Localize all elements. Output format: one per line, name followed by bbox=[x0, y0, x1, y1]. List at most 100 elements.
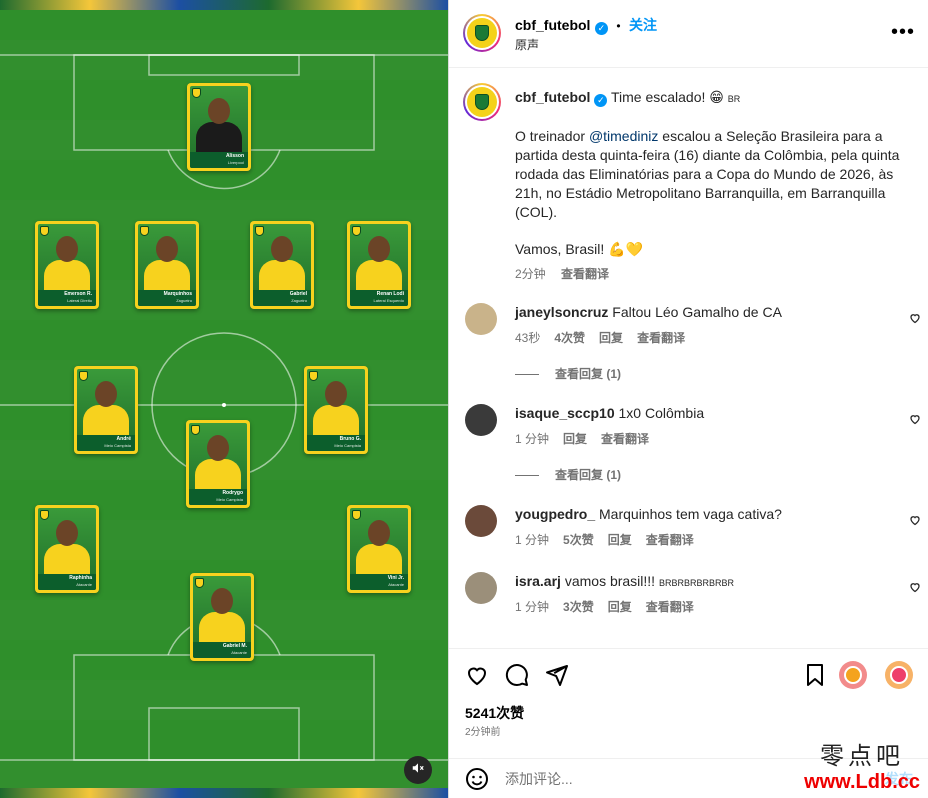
comment-like-count[interactable]: 5次赞 bbox=[563, 533, 594, 547]
audio-label[interactable]: 原声 bbox=[515, 36, 539, 53]
player-nameplate: André Meio Campista bbox=[77, 435, 135, 451]
emoji-smiley-icon[interactable] bbox=[465, 767, 489, 796]
comment-time[interactable]: 1 分钟 bbox=[515, 533, 549, 547]
comment-like-heart-icon[interactable] bbox=[909, 412, 921, 425]
comment-reply-button[interactable]: 回复 bbox=[563, 432, 587, 446]
player-nameplate: Renan Lodi Lateral Esquerdo bbox=[350, 290, 408, 306]
mention-link[interactable]: @timediniz bbox=[589, 128, 658, 144]
like-heart-icon[interactable] bbox=[465, 663, 489, 692]
commenter-avatar[interactable] bbox=[465, 303, 497, 335]
player-photo bbox=[325, 381, 347, 407]
player-shirt bbox=[44, 544, 90, 574]
player-name: Gabriel M. bbox=[222, 643, 247, 649]
commenter-avatar[interactable] bbox=[465, 572, 497, 604]
brazil-flag-icon: BR bbox=[727, 94, 741, 104]
header-username[interactable]: cbf_futebol bbox=[515, 17, 590, 33]
flag-banner-bottom bbox=[0, 788, 448, 798]
commenter-username[interactable]: yougpedro_ bbox=[515, 506, 595, 522]
repost-extension-icon[interactable] bbox=[885, 661, 913, 689]
player-card: Emerson R. Lateral Direito bbox=[35, 221, 99, 309]
caption-body-prefix: O treinador bbox=[515, 128, 589, 144]
player-shirt bbox=[313, 405, 359, 435]
follow-button[interactable]: 关注 bbox=[629, 17, 657, 33]
player-shirt bbox=[44, 260, 90, 290]
player-card: Gabriel Zagueiro bbox=[250, 221, 314, 309]
player-card: Renan Lodi Lateral Esquerdo bbox=[347, 221, 411, 309]
commenter-username[interactable]: isaque_sccp10 bbox=[515, 405, 615, 421]
comment-like-heart-icon[interactable] bbox=[909, 513, 921, 526]
site-watermark: 零点吧 www.Ldb.cc bbox=[804, 736, 920, 794]
player-position: Atacante bbox=[76, 582, 92, 587]
comment-reply-button[interactable]: 回复 bbox=[608, 600, 632, 614]
commenter-username[interactable]: janeylsoncruz bbox=[515, 304, 608, 320]
player-card: Rodrygo Meio Campista bbox=[186, 420, 250, 508]
video-player[interactable]: Alisson Liverpool Emerson R. Lateral Direit… bbox=[0, 0, 448, 798]
comment-time[interactable]: 1 分钟 bbox=[515, 600, 549, 614]
player-photo bbox=[211, 588, 233, 614]
comment-translate-link[interactable]: 查看翻译 bbox=[646, 533, 694, 547]
player-nameplate: Rodrygo Meio Campista bbox=[189, 489, 247, 505]
cbf-crest-icon bbox=[191, 425, 200, 435]
player-name: Raphinha bbox=[69, 575, 92, 581]
caption-username[interactable]: cbf_futebol bbox=[515, 89, 590, 105]
caption-title: Time escalado! bbox=[610, 89, 706, 105]
commenter-username[interactable]: isra.arj bbox=[515, 573, 561, 589]
player-nameplate: Vini Jr. Atacante bbox=[350, 574, 408, 590]
view-replies-label: 查看回复 (1) bbox=[555, 468, 622, 482]
player-shirt bbox=[356, 544, 402, 574]
commenter-avatar[interactable] bbox=[465, 505, 497, 537]
post-time-ago[interactable]: 2分钟前 bbox=[465, 723, 501, 738]
comment-translate-link[interactable]: 查看翻译 bbox=[646, 600, 694, 614]
caption-translate-link[interactable]: 查看翻译 bbox=[561, 267, 609, 281]
player-shirt bbox=[259, 260, 305, 290]
player-position: Lateral Esquerdo bbox=[373, 298, 404, 303]
player-photo bbox=[207, 435, 229, 461]
cbf-crest-icon bbox=[140, 226, 149, 236]
comment-bubble-icon[interactable] bbox=[505, 663, 529, 692]
cbf-crest-icon bbox=[309, 371, 318, 381]
player-nameplate: Bruno G. Meio Campista bbox=[307, 435, 365, 451]
avatar[interactable] bbox=[463, 14, 501, 52]
bookmark-icon[interactable] bbox=[803, 663, 827, 692]
cbf-crest-icon bbox=[192, 88, 201, 98]
comment-translate-link[interactable]: 查看翻译 bbox=[637, 331, 685, 345]
cbf-crest-icon bbox=[475, 25, 489, 41]
comment-time[interactable]: 1 分钟 bbox=[515, 432, 549, 446]
comments-scroll-area[interactable]: cbf_futebol ✓ Time escalado! 😁 BR O trei… bbox=[449, 69, 928, 647]
player-photo bbox=[368, 520, 390, 546]
comment-time[interactable]: 43秒 bbox=[515, 331, 540, 345]
view-replies-button[interactable]: 查看回复 (1) bbox=[515, 365, 621, 382]
player-photo bbox=[95, 381, 117, 407]
comment-reply-button[interactable]: 回复 bbox=[599, 331, 623, 345]
share-paper-plane-icon[interactable] bbox=[545, 663, 569, 692]
grin-emoji-icon: 😁 bbox=[709, 89, 724, 105]
like-count[interactable]: 5241次赞 bbox=[465, 703, 524, 723]
comment-like-count[interactable]: 3次赞 bbox=[563, 600, 594, 614]
flex-heart-emoji-icon: 💪💛 bbox=[608, 241, 643, 257]
post-header: cbf_futebol ✓ • 关注 原声 ••• bbox=[449, 0, 928, 68]
player-card: Raphinha Atacante bbox=[35, 505, 99, 593]
player-name: Vini Jr. bbox=[387, 575, 404, 581]
mute-toggle-button[interactable] bbox=[404, 756, 432, 784]
player-card: André Meio Campista bbox=[74, 366, 138, 454]
player-photo bbox=[271, 236, 293, 262]
comment-like-heart-icon[interactable] bbox=[909, 580, 921, 593]
player-name: Renan Lodi bbox=[376, 291, 404, 297]
caption-avatar[interactable] bbox=[463, 83, 501, 121]
player-card: Marquinhos Zagueiro bbox=[135, 221, 199, 309]
comment-like-heart-icon[interactable] bbox=[909, 311, 921, 324]
download-extension-icon[interactable] bbox=[839, 661, 867, 689]
player-card: Gabriel M. Atacante bbox=[190, 573, 254, 661]
view-replies-button[interactable]: 查看回复 (1) bbox=[515, 466, 621, 483]
player-photo bbox=[56, 520, 78, 546]
caption-time[interactable]: 2分钟 bbox=[515, 267, 546, 281]
commenter-avatar[interactable] bbox=[465, 404, 497, 436]
comment-reply-button[interactable]: 回复 bbox=[608, 533, 632, 547]
player-name: Marquinhos bbox=[163, 291, 192, 297]
comment-translate-link[interactable]: 查看翻译 bbox=[601, 432, 649, 446]
player-position: Atacante bbox=[388, 582, 404, 587]
caption-body: O treinador @timediniz escalou a Seleção… bbox=[515, 127, 915, 222]
more-options-button[interactable]: ••• bbox=[891, 22, 915, 42]
comment-like-count[interactable]: 4次赞 bbox=[554, 331, 585, 345]
player-position: Atacante bbox=[231, 650, 247, 655]
